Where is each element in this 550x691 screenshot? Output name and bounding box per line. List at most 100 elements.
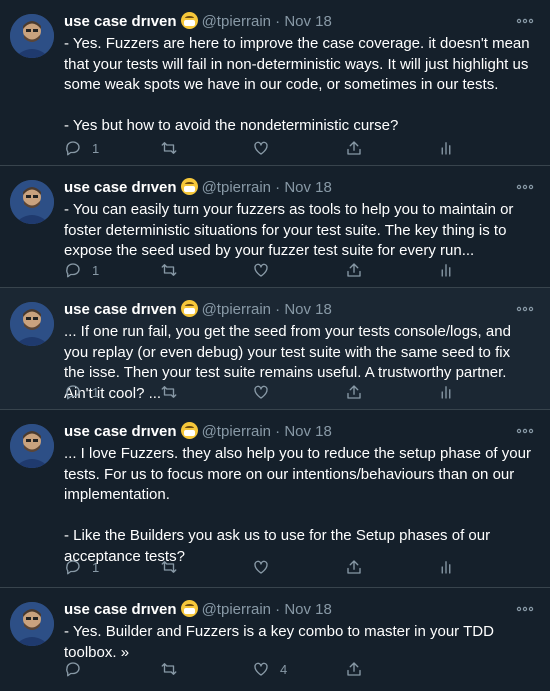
reply-icon [66,141,80,156]
share-icon [347,141,361,155]
author-handle[interactable]: @tpierrain [202,179,271,196]
more-icon[interactable] [516,424,534,434]
author-handle[interactable]: @tpierrain [202,601,271,618]
share-button[interactable] [345,381,363,403]
like-button[interactable] [252,137,280,159]
separator-dot: · [275,179,281,196]
retweet-button[interactable] [160,137,188,159]
tweet-text: - Yes. Builder and Fuzzers is a key comb… [64,623,499,661]
reply-button[interactable]: 1 [64,137,99,159]
analytics-icon [441,264,451,277]
like-button[interactable] [252,259,280,281]
analytics-icon [441,142,451,155]
reply-icon [66,385,80,400]
analytics-icon [441,386,451,399]
reply-icon [66,263,80,278]
like-icon [254,263,268,277]
author-handle[interactable]: @tpierrain [202,423,271,440]
reply-button[interactable]: 1 [64,556,99,578]
share-button[interactable] [345,259,363,281]
author-name[interactable]: use case drıven [64,13,177,30]
author-name[interactable]: use case drıven [64,601,177,618]
retweet-icon [161,561,177,573]
avatar[interactable] [10,302,54,346]
tweet-actions: 1 [64,137,534,159]
retweet-icon [161,386,177,398]
reply-button[interactable] [64,658,92,680]
analytics-button[interactable] [437,381,455,403]
author-name[interactable]: use case drıven [64,179,177,196]
retweet-button[interactable] [160,259,188,281]
retweet-button[interactable] [160,381,188,403]
analytics-icon [441,561,451,574]
tweet-actions: 1 [64,381,534,403]
avatar[interactable] [10,602,54,646]
tweet-header: use case drıven @tpierrain · Nov 18 [64,600,332,620]
like-icon [254,141,268,155]
separator-dot: · [275,13,281,30]
like-icon [254,560,268,574]
avatar[interactable] [10,424,54,468]
share-button[interactable] [345,137,363,159]
like-icon [254,662,268,676]
avatar[interactable] [10,14,54,58]
tweet-2[interactable]: use case drıven @tpierrain · Nov 18 ... I… [0,288,550,410]
author-name[interactable]: use case drıven [64,301,177,318]
retweet-icon [161,142,177,154]
reply-count: 1 [92,559,100,575]
tweet-header: use case drıven @tpierrain · Nov 18 [64,12,332,32]
share-icon [347,662,361,676]
share-button[interactable] [345,556,363,578]
separator-dot: · [275,423,281,440]
like-icon [254,385,268,399]
mask-emoji-icon [180,600,198,617]
share-icon [347,560,361,574]
retweet-icon [161,663,177,675]
tweet-date[interactable]: Nov 18 [284,13,332,30]
more-icon[interactable] [516,302,534,312]
tweet-date[interactable]: Nov 18 [284,423,332,440]
mask-emoji-icon [180,422,198,439]
analytics-button[interactable] [437,137,455,159]
tweet-date[interactable]: Nov 18 [284,179,332,196]
tweet-3[interactable]: use case drıven @tpierrain · Nov 18 ... I… [0,410,550,588]
more-icon[interactable] [516,602,534,612]
mask-emoji-icon [180,12,198,29]
tweet-actions: 4 [64,658,534,680]
like-button[interactable] [252,556,280,578]
avatar[interactable] [10,180,54,224]
share-button[interactable] [345,658,363,680]
retweet-button[interactable] [160,556,188,578]
tweet-date[interactable]: Nov 18 [284,601,332,618]
tweet-actions: 1 [64,259,534,281]
more-icon[interactable] [516,180,534,190]
reply-icon [66,662,80,677]
author-handle[interactable]: @tpierrain [202,13,271,30]
reply-button[interactable]: 1 [64,381,99,403]
tweet-4[interactable]: use case drıven @tpierrain · Nov 18 - Yes… [0,588,550,691]
mask-emoji-icon [180,300,198,317]
like-count: 4 [280,661,288,677]
tweet-header: use case drıven @tpierrain · Nov 18 [64,178,332,198]
tweet-text: - You can easily turn your fuzzers as to… [64,201,518,260]
like-button[interactable] [252,381,280,403]
tweet-0[interactable]: use case drıven @tpierrain · Nov 18 - Yes… [0,0,550,166]
reply-button[interactable]: 1 [64,259,99,281]
analytics-button[interactable] [437,556,455,578]
author-name[interactable]: use case drıven [64,423,177,440]
retweet-icon [161,264,177,276]
reply-count: 1 [92,140,100,156]
more-icon[interactable] [516,14,534,24]
share-icon [347,385,361,399]
tweet-header: use case drıven @tpierrain · Nov 18 [64,300,332,320]
separator-dot: · [275,601,281,618]
analytics-button[interactable] [437,259,455,281]
mask-emoji-icon [180,178,198,195]
reply-icon [66,560,80,575]
tweet-date[interactable]: Nov 18 [284,301,332,318]
author-handle[interactable]: @tpierrain [202,301,271,318]
tweet-actions: 1 [64,556,534,578]
retweet-button[interactable] [160,658,188,680]
like-button[interactable]: 4 [252,658,287,680]
tweet-1[interactable]: use case drıven @tpierrain · Nov 18 - You… [0,166,550,288]
